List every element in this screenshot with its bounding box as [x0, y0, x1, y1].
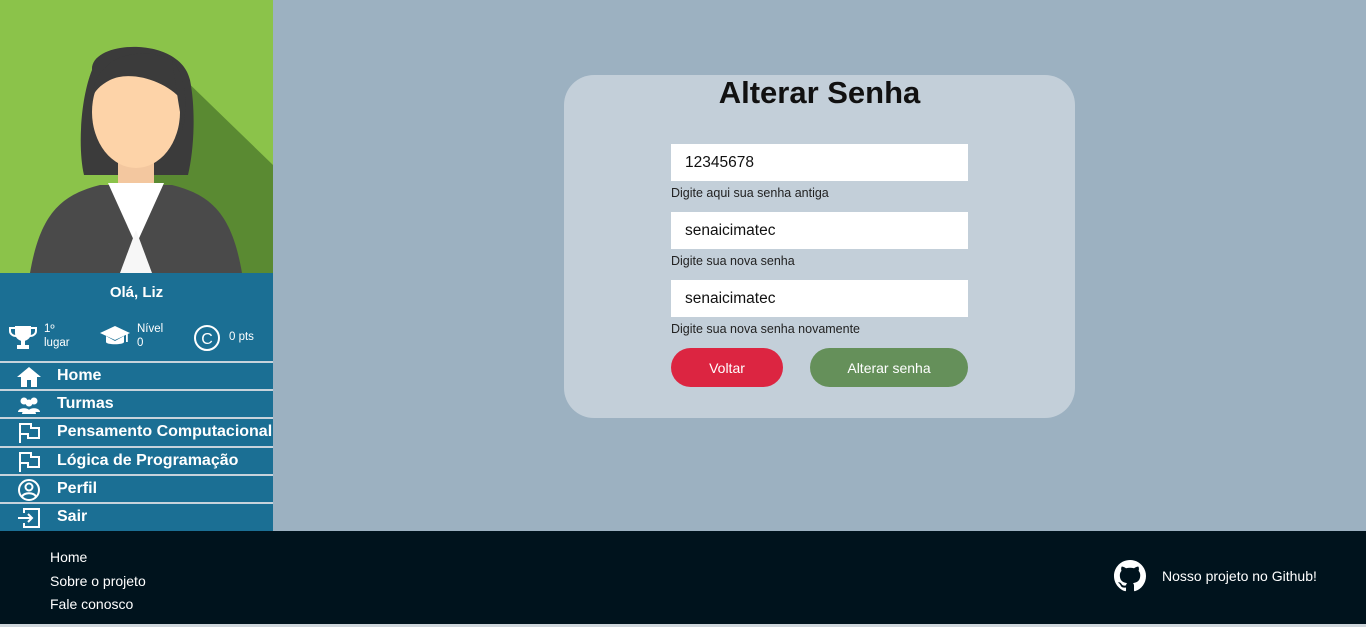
sidebar-item-label: Perfil — [57, 479, 98, 497]
footer-link-about[interactable]: Sobre o projeto — [50, 570, 146, 594]
change-password-card: Alterar Senha Digite aqui sua senha anti… — [564, 75, 1075, 418]
page-title: Alterar Senha — [718, 75, 921, 110]
new-password-field[interactable] — [671, 212, 968, 249]
sidebar-nav: Home Turmas Pensamento Computacional Lóg… — [0, 361, 273, 531]
github-label: Nosso projeto no Github! — [1162, 568, 1317, 584]
sidebar-item-label: Home — [57, 367, 102, 384]
user-stats: 1º lugar Nível 0 C 0 pts — [0, 318, 273, 358]
flag-icon — [16, 451, 42, 473]
avatar-image — [0, 0, 273, 273]
points-value: 0 pts — [229, 331, 254, 343]
footer-link-contact[interactable]: Fale conosco — [50, 593, 146, 617]
trophy-icon — [9, 324, 37, 354]
sidebar: Olá, Liz 1º lugar Nível 0 C 0 pts Home T… — [0, 0, 273, 531]
level-value: 0 — [137, 337, 144, 349]
svg-text:C: C — [201, 331, 213, 348]
coin-icon: C — [193, 324, 221, 356]
sidebar-item-perfil[interactable]: Perfil — [0, 473, 273, 502]
confirm-password-field[interactable] — [671, 280, 968, 317]
sidebar-item-label: Lógica de Programação — [57, 451, 239, 469]
sidebar-item-sair[interactable]: Sair — [0, 501, 273, 531]
sidebar-item-pensamento-computacional[interactable]: Pensamento Computacional — [0, 417, 273, 446]
avatar — [0, 0, 273, 273]
home-icon — [16, 366, 42, 388]
level-text: Nível 0 — [137, 322, 163, 350]
footer-links: Home Sobre o projeto Fale conosco — [50, 546, 146, 617]
sidebar-item-label: Pensamento Computacional — [57, 423, 273, 441]
logout-icon — [16, 507, 42, 529]
footer-link-home[interactable]: Home — [50, 546, 146, 570]
old-password-hint: Digite aqui sua senha antiga — [671, 186, 829, 200]
sidebar-item-turmas[interactable]: Turmas — [0, 389, 273, 418]
footer: Home Sobre o projeto Fale conosco Nosso … — [0, 531, 1366, 624]
rank-value: 1º — [44, 323, 55, 335]
rank-stat: 1º lugar — [9, 318, 89, 358]
user-circle-icon — [16, 478, 42, 501]
sidebar-item-label: Sair — [57, 507, 88, 525]
points-stat: C 0 pts — [193, 318, 273, 358]
change-password-button[interactable]: Alterar senha — [810, 348, 968, 387]
confirm-password-hint: Digite sua nova senha novamente — [671, 322, 861, 336]
sidebar-item-home[interactable]: Home — [0, 361, 273, 390]
rank-label: lugar — [44, 337, 70, 349]
sidebar-item-label: Turmas — [57, 395, 114, 413]
old-password-field[interactable] — [671, 144, 968, 181]
user-greeting: Olá, Liz — [109, 284, 164, 301]
github-icon — [1114, 560, 1146, 597]
graduation-cap-icon — [100, 324, 130, 352]
sidebar-item-logica-de-programacao[interactable]: Lógica de Programação — [0, 445, 273, 474]
new-password-hint: Digite sua nova senha — [671, 254, 795, 268]
back-button[interactable]: Voltar — [671, 348, 783, 387]
level-stat: Nível 0 — [100, 318, 180, 358]
level-label: Nível — [137, 323, 164, 335]
rank-text: 1º lugar — [44, 322, 70, 350]
users-icon — [16, 394, 42, 416]
flag-icon — [16, 422, 42, 444]
